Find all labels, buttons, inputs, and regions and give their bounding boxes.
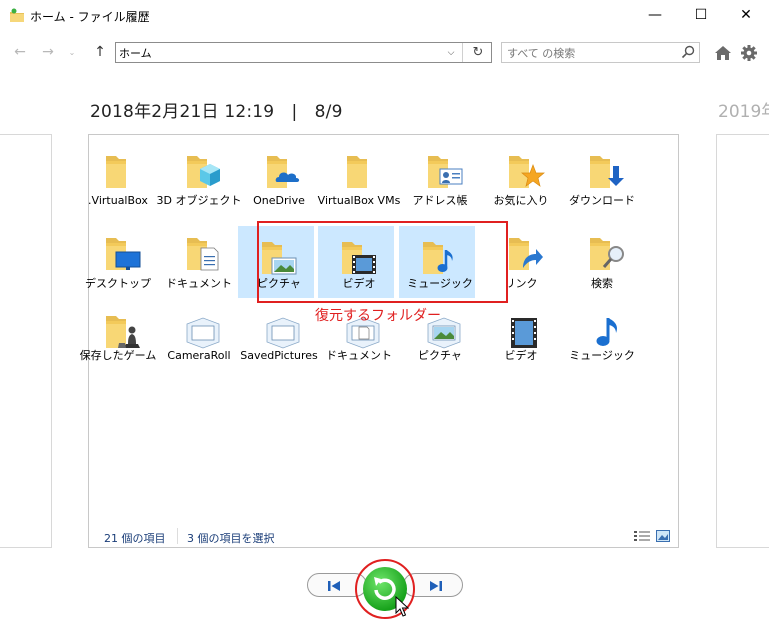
annotation-highlight-box <box>257 221 508 303</box>
folder-item-label: ピクチャ <box>418 349 462 362</box>
gear-icon[interactable] <box>740 44 758 62</box>
file-history-app-icon <box>10 8 24 22</box>
details-view-icon[interactable] <box>634 530 650 542</box>
address-text: ホーム <box>119 47 152 60</box>
skip-next-icon <box>430 581 442 591</box>
contacts-folder-icon <box>428 156 463 188</box>
home-icon[interactable] <box>714 44 732 62</box>
folder-item-label: ビデオ <box>504 349 538 362</box>
minimize-button[interactable]: — <box>632 0 678 30</box>
item-count: 21 個の項目 <box>104 532 166 545</box>
onedrive-folder-icon <box>267 156 300 188</box>
forward-arrow-icon[interactable]: → <box>38 42 58 62</box>
folder-item-label: 保存したゲーム <box>79 349 157 362</box>
folder-icon <box>347 156 367 188</box>
folder-item-label: ミュージック <box>569 349 635 362</box>
skip-previous-icon <box>328 581 340 591</box>
search-icon[interactable] <box>680 44 696 60</box>
close-button[interactable]: ✕ <box>723 0 769 30</box>
saved-pictures-library-icon <box>266 317 300 349</box>
folder-item-label: SavedPictures <box>240 349 318 362</box>
large-icons-view-icon[interactable] <box>656 530 670 542</box>
status-divider <box>177 528 178 544</box>
annotation-label: 復元するフォルダー <box>315 308 441 324</box>
videos-library-icon <box>511 318 537 348</box>
backup-date-label: 2018年2月21日 12:19 | 8/9 <box>90 102 343 122</box>
folder-item-label: .VirtualBox <box>88 194 148 207</box>
folder-item-label: OneDrive <box>253 194 305 207</box>
window-title: ホーム - ファイル履歴 <box>30 10 150 24</box>
back-arrow-icon[interactable]: ← <box>10 42 30 62</box>
folder-item-label: デスクトップ <box>85 277 151 290</box>
folder-item-label: ドキュメント <box>166 277 232 290</box>
folder-item-label: ダウンロード <box>569 194 635 207</box>
recent-locations-chevron-icon[interactable]: ⌄ <box>62 42 82 62</box>
folder-item-label: VirtualBox VMs <box>317 194 401 207</box>
downloads-folder-icon <box>590 156 624 188</box>
desktop-folder-icon <box>106 238 141 270</box>
up-arrow-icon[interactable]: ↑ <box>90 42 110 62</box>
folder-item-label: お気に入り <box>493 194 549 207</box>
address-bar[interactable] <box>115 42 492 63</box>
search-folder-icon <box>590 238 624 270</box>
folder-item-label: ドキュメント <box>326 349 392 362</box>
folder-item-label: 検索 <box>591 277 613 290</box>
mouse-cursor-icon <box>395 596 409 617</box>
next-backup-date-label: 2019年 <box>718 102 769 122</box>
address-divider <box>462 43 463 62</box>
search-placeholder: すべて の検索 <box>507 47 576 60</box>
camera-roll-library-icon <box>186 317 220 349</box>
folder-item-label: 3D オブジェクト <box>156 194 242 207</box>
previous-version-panel[interactable] <box>0 134 52 548</box>
favorites-folder-icon <box>509 156 545 188</box>
documents-folder-icon <box>187 238 219 271</box>
music-library-icon <box>596 318 618 346</box>
folder-icon <box>106 156 126 188</box>
maximize-button[interactable]: ☐ <box>678 0 724 30</box>
selected-count: 3 個の項目を選択 <box>187 532 275 545</box>
3d-objects-folder-icon <box>187 156 220 188</box>
saved-games-folder-icon <box>106 316 140 348</box>
folder-item-label: CameraRoll <box>167 349 231 362</box>
next-version-panel[interactable] <box>716 134 769 548</box>
address-dropdown-chevron-icon[interactable]: ⌵ <box>441 43 461 62</box>
folder-item-label: アドレス帳 <box>412 194 468 207</box>
links-folder-icon <box>509 238 543 270</box>
refresh-icon[interactable]: ↻ <box>465 43 491 62</box>
